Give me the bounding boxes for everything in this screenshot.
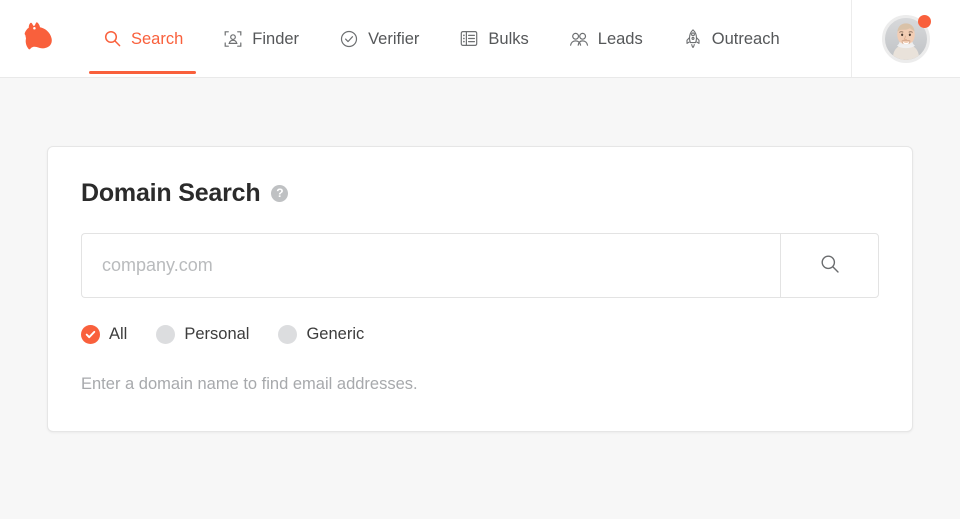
filter-option-all[interactable]: All <box>81 325 127 344</box>
domain-search-card: Domain Search ? company.com All Personal… <box>47 146 913 432</box>
notification-dot <box>918 14 931 28</box>
nav-item-label: Finder <box>252 29 300 48</box>
nav-item-bulks[interactable]: Bulks <box>445 0 542 77</box>
nav-item-outreach[interactable]: Outreach <box>669 0 794 77</box>
brand-logo[interactable] <box>0 0 78 77</box>
search-icon <box>102 29 122 49</box>
page-title: Domain Search <box>81 179 261 207</box>
question-mark-icon[interactable]: ? <box>271 185 289 202</box>
top-navigation-bar: Search Finder Verifier Bulks Leads Outre… <box>0 0 960 78</box>
nav-item-verifier[interactable]: Verifier <box>325 0 433 77</box>
domain-search-form <box>81 233 879 298</box>
check-circle-icon <box>339 29 359 49</box>
rocket-icon <box>683 29 703 49</box>
search-icon <box>820 254 840 277</box>
filter-option-label: Generic <box>306 325 365 343</box>
nav-item-label: Search <box>131 29 184 48</box>
filter-option-label: All <box>109 325 128 343</box>
nav-item-leads[interactable]: Leads <box>555 0 657 77</box>
search-button[interactable] <box>780 233 879 298</box>
account-area <box>851 0 960 77</box>
people-icon <box>569 29 589 49</box>
check-icon <box>156 325 176 344</box>
person-scan-icon <box>223 29 243 49</box>
email-type-filter-group: All Personal Generic <box>81 325 879 344</box>
nav-item-search[interactable]: Search <box>88 0 197 77</box>
nav-item-finder[interactable]: Finder <box>209 0 313 77</box>
card-header: Domain Search ? <box>81 181 879 206</box>
nav-item-label: Bulks <box>488 29 529 48</box>
main-nav: Search Finder Verifier Bulks Leads Outre… <box>78 0 851 77</box>
filter-option-generic[interactable]: Generic <box>278 325 364 344</box>
nav-item-label: Verifier <box>368 29 420 48</box>
nav-item-label: Leads <box>597 29 643 48</box>
page-content: Domain Search ? company.com All Personal… <box>0 78 960 432</box>
check-icon <box>81 325 100 344</box>
nav-item-label: Outreach <box>711 29 780 48</box>
list-icon <box>459 29 479 49</box>
filter-option-label: Personal <box>184 325 250 343</box>
bloodhound-logo-icon <box>22 20 56 55</box>
filter-option-personal[interactable]: Personal <box>156 325 249 344</box>
avatar[interactable] <box>882 14 931 63</box>
check-icon <box>278 325 298 344</box>
search-hint-text: Enter a domain name to find email addres… <box>81 375 418 393</box>
search-input[interactable] <box>81 233 780 298</box>
